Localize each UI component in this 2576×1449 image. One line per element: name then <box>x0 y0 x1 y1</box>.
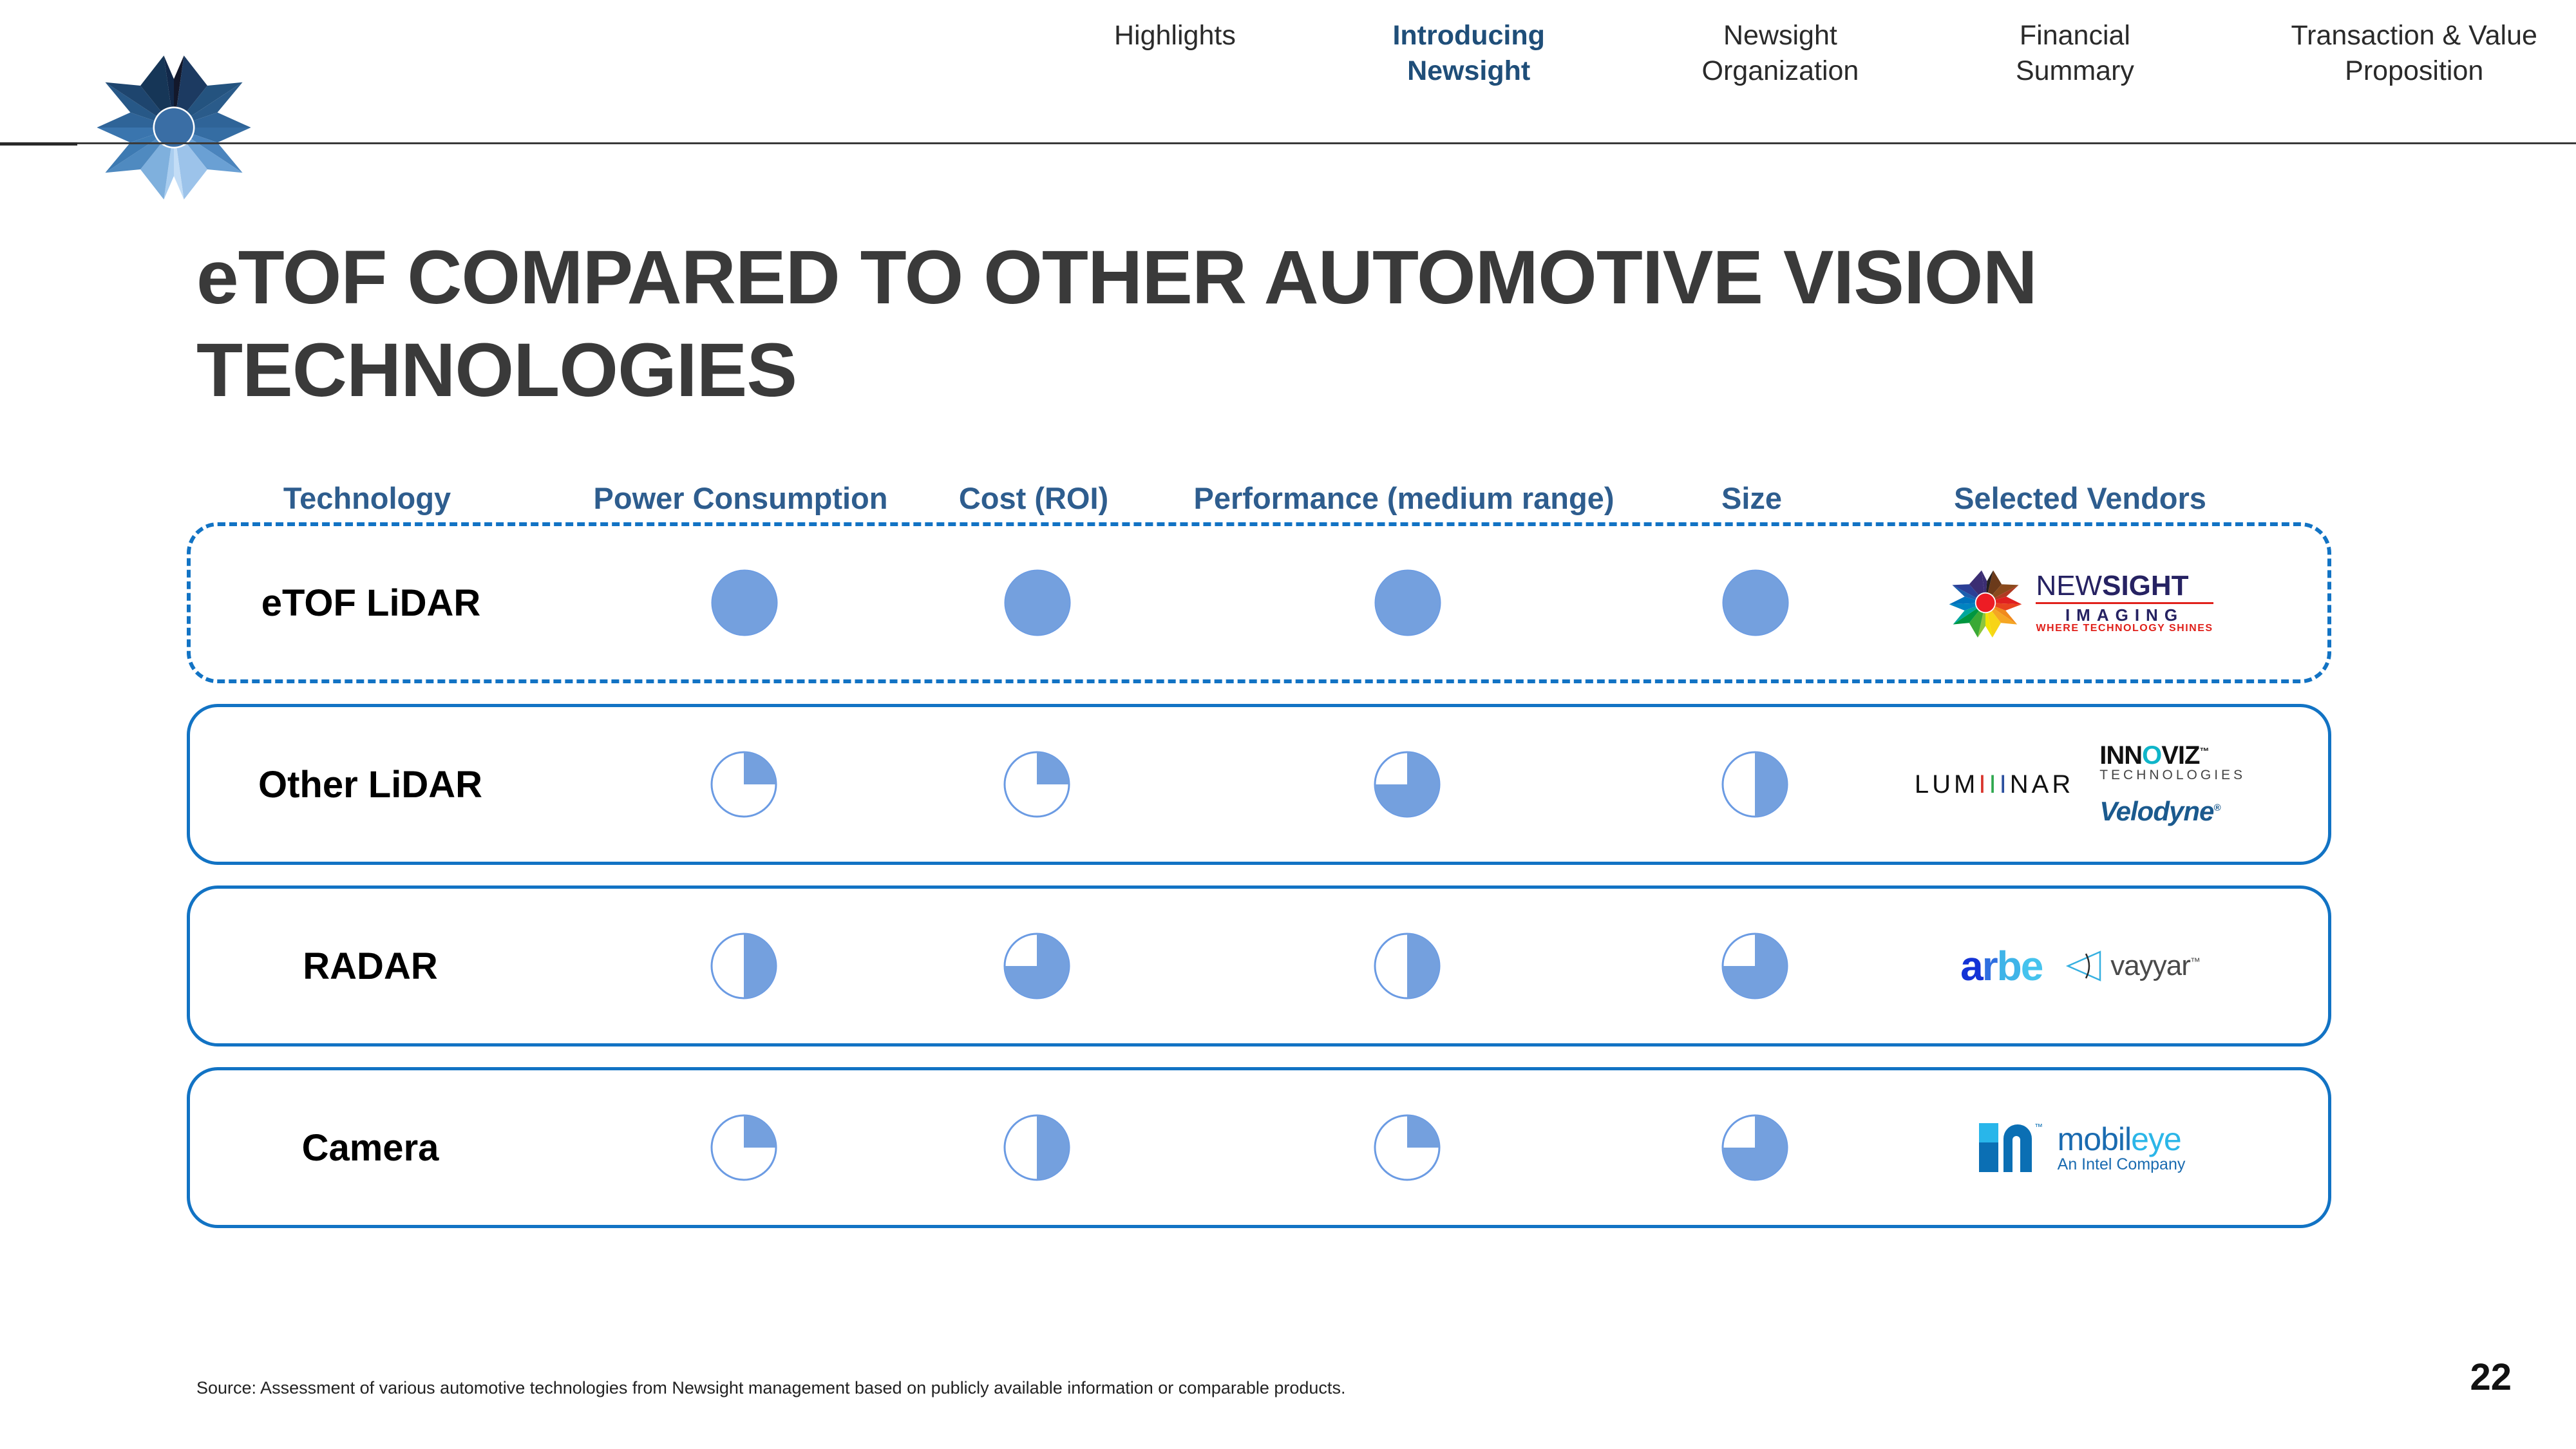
vendor-logo-mobileye: ™ mobileye An Intel Company <box>1975 1118 2185 1177</box>
section-nav: Highlights Introducing Newsight Newsight… <box>1108 18 2544 128</box>
row-label-other-lidar: Other LiDAR <box>258 763 482 806</box>
rating-size-camera <box>1714 1106 1796 1189</box>
vayyar-triangle-icon <box>2066 951 2101 981</box>
newsight-star-logo <box>90 31 258 224</box>
comparison-table: Technology Power Consumption Cost (ROI) … <box>187 473 2331 1249</box>
vendor-logo-innoviz: INNOVIZ™ TECHNOLOGIES <box>2099 741 2246 782</box>
vendor-cell-radar: arbe vayyar™ <box>1832 942 2328 990</box>
vendor-logo-velodyne: Velodyne® <box>2099 795 2221 826</box>
slide: Highlights Introducing Newsight Newsight… <box>0 0 2576 1449</box>
page-number: 22 <box>2470 1356 2512 1398</box>
rating-cost-other-lidar <box>996 743 1078 826</box>
column-header-power: Power Consumption <box>593 480 888 515</box>
vendor-logo-newsight-imaging: NEWSIGHT IMAGING WHERE TECHNOLOGY SHINES <box>1947 564 2213 641</box>
table-row[interactable]: eTOF LiDAR NEWSIGHT IMAGING WHERE TECHNO… <box>187 522 2331 683</box>
column-header-technology: Technology <box>283 480 451 515</box>
rating-performance-etof <box>1367 562 1449 644</box>
rating-cost-radar <box>996 925 1078 1007</box>
table-column-headers: Technology Power Consumption Cost (ROI) … <box>187 473 2331 522</box>
row-label-camera: Camera <box>301 1126 439 1169</box>
nav-item-highlights[interactable]: Highlights <box>1108 18 1242 53</box>
rating-power-radar <box>703 925 785 1007</box>
rating-performance-radar <box>1366 925 1448 1007</box>
vendor-cell-other-lidar: LUMIIINAR INNOVIZ™ TECHNOLOGIES Velodyne… <box>1832 743 2328 827</box>
vendor-cell-etof: NEWSIGHT IMAGING WHERE TECHNOLOGY SHINES <box>1833 564 2327 641</box>
column-header-size: Size <box>1721 480 1783 515</box>
vendor-logo-vayyar: vayyar™ <box>2110 950 2201 981</box>
rating-size-radar <box>1714 925 1796 1007</box>
rating-power-etof <box>703 562 786 644</box>
newsight-color-star-icon <box>1949 570 2022 638</box>
header-divider <box>0 142 2576 144</box>
newsight-logo-sight: SIGHT <box>2102 570 2189 601</box>
nav-item-transaction-value-proposition[interactable]: Transaction & Value Proposition <box>2285 18 2544 89</box>
table-row[interactable]: RADAR arbe vayyar™ <box>187 886 2331 1046</box>
row-label-etof-lidar: eTOF LiDAR <box>261 582 481 624</box>
row-label-radar: RADAR <box>303 945 438 987</box>
column-header-performance: Performance (medium range) <box>1193 480 1615 515</box>
nav-item-financial-summary[interactable]: Financial Summary <box>2009 18 2141 89</box>
mobileye-m-icon: ™ <box>1978 1122 2043 1172</box>
nav-item-introducing-newsight[interactable]: Introducing Newsight <box>1386 18 1551 89</box>
rating-performance-camera <box>1366 1106 1448 1189</box>
rating-size-other-lidar <box>1714 743 1796 826</box>
svg-text:™: ™ <box>2034 1122 2043 1132</box>
newsight-logo-imaging: IMAGING <box>2065 605 2184 625</box>
rating-performance-other-lidar <box>1366 743 1448 826</box>
newsight-logo-rule <box>2036 602 2213 604</box>
nav-item-newsight-organization[interactable]: Newsight Organization <box>1696 18 1866 89</box>
table-row[interactable]: Camera ™ mobileye An Intel Company <box>187 1067 2331 1228</box>
table-row[interactable]: Other LiDAR LUMIIINAR INNOVIZ™ TECHNOLOG… <box>187 704 2331 865</box>
column-header-vendors: Selected Vendors <box>1954 480 2206 515</box>
rating-power-other-lidar <box>703 743 785 826</box>
rating-power-camera <box>703 1106 785 1189</box>
rating-size-etof <box>1714 562 1797 644</box>
rating-cost-camera <box>996 1106 1078 1189</box>
vendor-cell-camera: ™ mobileye An Intel Company <box>1832 1118 2328 1177</box>
vendor-logo-luminar: LUMIIINAR <box>1914 770 2074 799</box>
newsight-logo-tagline: WHERE TECHNOLOGY SHINES <box>2036 623 2213 634</box>
column-header-cost: Cost (ROI) <box>958 480 1109 515</box>
header-divider-accent <box>0 142 77 146</box>
rating-cost-etof <box>996 562 1079 644</box>
page-title: eTOF COMPARED TO OTHER AUTOMOTIVE VISION… <box>196 235 2038 413</box>
vendor-logo-arbe: arbe <box>1960 943 2043 989</box>
source-note: Source: Assessment of various automotive… <box>196 1378 1346 1397</box>
newsight-logo-new: NEW <box>2036 570 2103 601</box>
